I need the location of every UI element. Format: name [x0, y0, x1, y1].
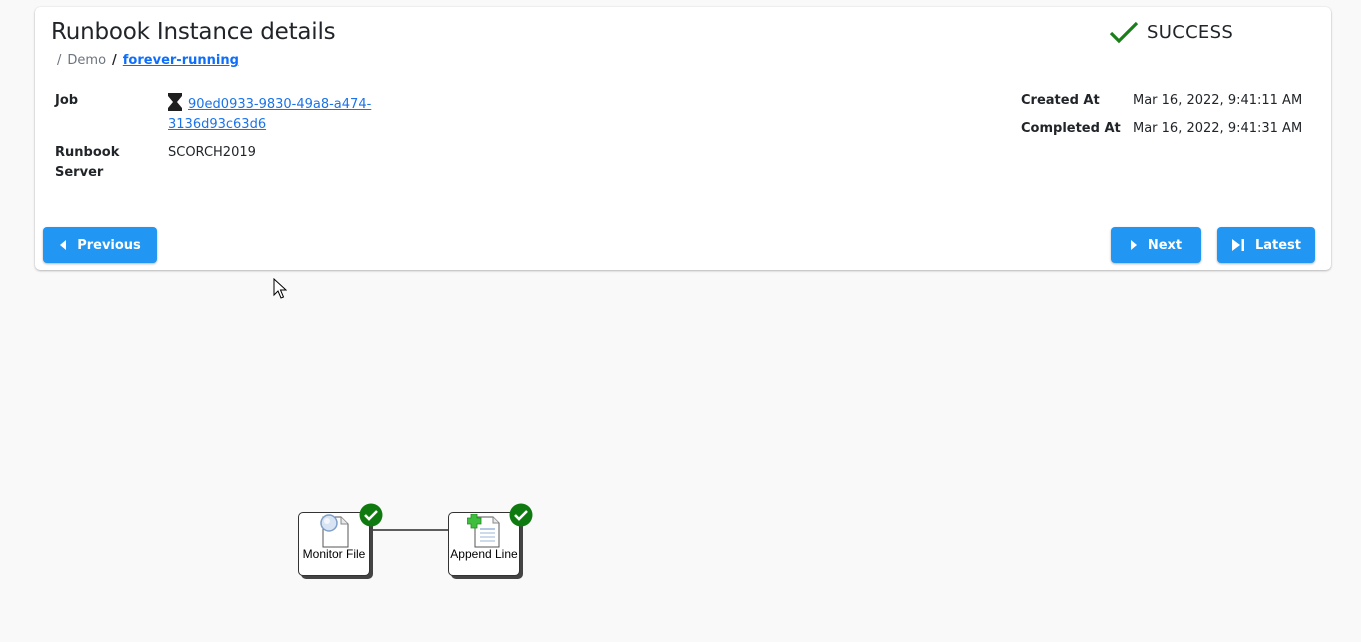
caret-left-icon [59, 240, 67, 250]
job-id-line1[interactable]: 90ed0933-9830-49a8-a474- [188, 97, 371, 112]
job-value: 90ed0933-9830-49a8-a474- 3136d93c63d6 [168, 93, 388, 135]
breadcrumb-separator: / [112, 53, 117, 68]
breadcrumb-separator: / [57, 53, 62, 68]
monitor-file-icon [320, 514, 349, 548]
created-at-value: Mar 16, 2022, 9:41:11 AM [1133, 93, 1303, 108]
page-title: Runbook Instance details [51, 19, 336, 45]
status-label: SUCCESS [1147, 21, 1234, 43]
completed-at-value: Mar 16, 2022, 9:41:31 AM [1133, 121, 1303, 136]
activity-label: Append Line [450, 547, 518, 561]
hourglass-icon [168, 93, 182, 111]
runbook-server-value: SCORCH2019 [168, 145, 256, 160]
runbook-instance-card: Runbook Instance details / Demo / forever-r… [35, 7, 1331, 270]
previous-button[interactable]: Previous [43, 227, 157, 263]
activity-node-append-line[interactable]: Append Line [448, 503, 533, 576]
previous-button-label: Previous [77, 237, 141, 253]
next-button[interactable]: Next [1111, 227, 1201, 263]
breadcrumb-item-runbook[interactable]: forever-running [123, 53, 239, 68]
breadcrumb: / Demo / forever-running [57, 53, 239, 68]
job-label: Job [55, 93, 79, 108]
runbook-server-label-line2: Server [55, 165, 104, 180]
success-check-icon [359, 503, 383, 527]
mouse-cursor-icon [273, 278, 287, 299]
completed-at-label: Completed At [1021, 121, 1121, 136]
runbook-server-label: Runbook Server [55, 143, 119, 183]
breadcrumb-item-demo[interactable]: Demo [67, 53, 106, 68]
job-id-line2[interactable]: 3136d93c63d6 [168, 117, 266, 132]
runbook-server-label-line1: Runbook [55, 145, 120, 160]
append-line-icon [467, 514, 500, 548]
next-button-label: Next [1147, 237, 1183, 253]
latest-button-label: Latest [1254, 237, 1302, 253]
caret-right-icon [1130, 240, 1138, 250]
created-at-label: Created At [1021, 93, 1100, 108]
latest-button[interactable]: Latest [1217, 227, 1315, 263]
skip-to-end-icon [1231, 239, 1245, 251]
success-check-icon [509, 503, 533, 527]
check-icon [1109, 21, 1139, 44]
status-badge: SUCCESS [1109, 20, 1233, 44]
activity-label: Monitor File [302, 547, 366, 561]
job-link[interactable]: 90ed0933-9830-49a8-a474- 3136d93c63d6 [168, 97, 371, 132]
activity-node-monitor-file[interactable]: Monitor File [298, 503, 383, 576]
